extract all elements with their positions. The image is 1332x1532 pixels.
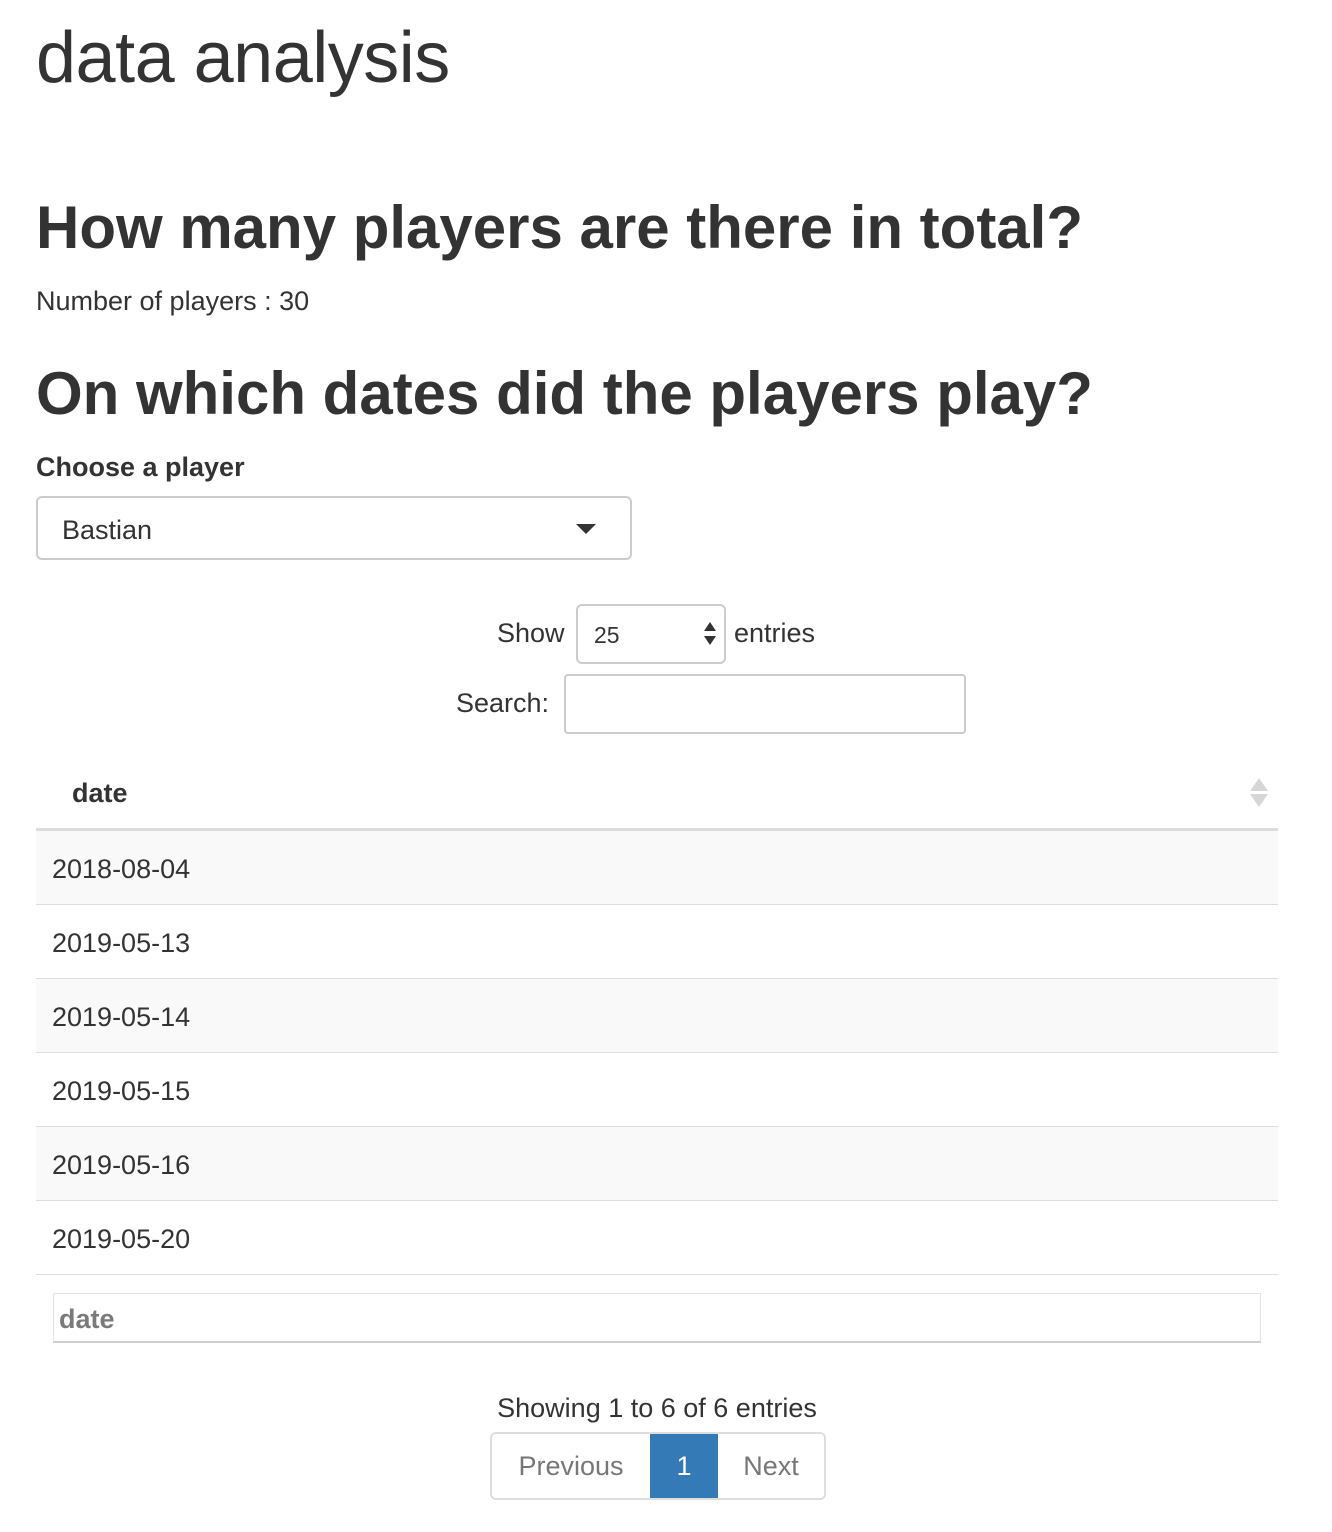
table-row: 2019-05-16 bbox=[36, 1127, 1278, 1201]
date-cell: 2019-05-14 bbox=[52, 1002, 191, 1032]
date-column-filter-label: date bbox=[59, 1304, 115, 1334]
date-cell: 2018-08-04 bbox=[52, 854, 191, 884]
next-page-button[interactable]: Next bbox=[718, 1434, 824, 1498]
players-count-text: Number of players : 30 bbox=[36, 286, 310, 316]
previous-page-button[interactable]: Previous bbox=[492, 1434, 650, 1498]
pagination: Previous 1 Next bbox=[490, 1432, 826, 1500]
table-row: 2019-05-15 bbox=[36, 1053, 1278, 1127]
date-cell: 2019-05-16 bbox=[52, 1150, 191, 1180]
dates-table: date 2018-08-04 2019-05-13 2019-05-14 20… bbox=[36, 756, 1278, 1275]
table-row: 2019-05-14 bbox=[36, 979, 1278, 1053]
table-row: 2019-05-20 bbox=[36, 1201, 1278, 1275]
player-select-label: Choose a player bbox=[36, 452, 245, 482]
search-input[interactable] bbox=[564, 674, 966, 734]
sort-both-icon bbox=[1250, 778, 1268, 808]
table-row: 2018-08-04 bbox=[36, 831, 1278, 905]
date-cell: 2019-05-15 bbox=[52, 1076, 191, 1106]
spinner-arrows-icon bbox=[704, 620, 716, 648]
date-column-header-label: date bbox=[72, 778, 128, 808]
page-1-button[interactable]: 1 bbox=[650, 1434, 718, 1498]
entries-label: entries bbox=[734, 618, 816, 648]
date-cell: 2019-05-20 bbox=[52, 1224, 191, 1254]
date-column-filter[interactable]: date bbox=[53, 1293, 1261, 1343]
caret-down-icon bbox=[576, 524, 596, 534]
player-select[interactable]: Bastian bbox=[36, 496, 632, 560]
date-cell: 2019-05-13 bbox=[52, 928, 191, 958]
page-length-value: 25 bbox=[594, 622, 620, 648]
page-length-select[interactable]: 25 bbox=[576, 604, 726, 664]
player-select-value: Bastian bbox=[62, 515, 153, 545]
show-label: Show bbox=[497, 618, 565, 648]
table-length-control: Show 25 entries bbox=[0, 604, 1332, 664]
search-label: Search: bbox=[456, 688, 550, 718]
players-count-heading: How many players are there in total? bbox=[36, 194, 1083, 261]
table-info: Showing 1 to 6 of 6 entries bbox=[497, 1393, 817, 1423]
play-dates-heading: On which dates did the players play? bbox=[36, 360, 1093, 427]
page: data analysis How many players are there… bbox=[0, 0, 1332, 1532]
app-title: data analysis bbox=[36, 18, 450, 98]
date-column-header[interactable]: date bbox=[36, 756, 1278, 831]
table-row: 2019-05-13 bbox=[36, 905, 1278, 979]
